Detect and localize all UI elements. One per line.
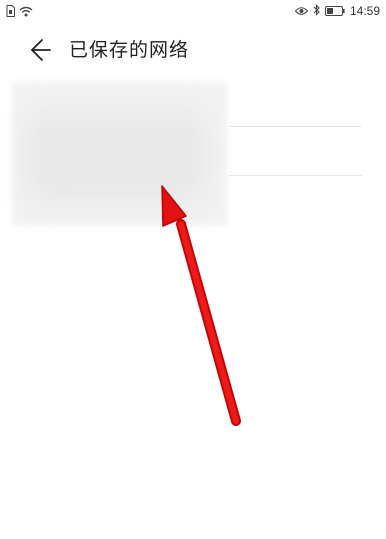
status-bar-right: 14:59 [294, 1, 380, 20]
page-title: 已保存的网络 [69, 39, 190, 61]
back-button[interactable] [22, 36, 54, 64]
app-header: 已保存的网络 [0, 28, 386, 72]
status-bar: 14:59 [0, 0, 386, 18]
back-arrow-icon [22, 39, 54, 68]
status-bar-left [6, 2, 33, 21]
blurred-network-names-inner [26, 112, 206, 202]
sim-card-icon [6, 2, 15, 21]
wifi-icon [19, 2, 33, 21]
list-divider [228, 126, 362, 127]
red-arrow-annotation [161, 185, 241, 426]
list-divider [228, 175, 362, 176]
status-time: 14:59 [349, 3, 380, 18]
bluetooth-icon [313, 1, 320, 20]
eye-icon [294, 1, 309, 20]
battery-icon [324, 1, 345, 20]
